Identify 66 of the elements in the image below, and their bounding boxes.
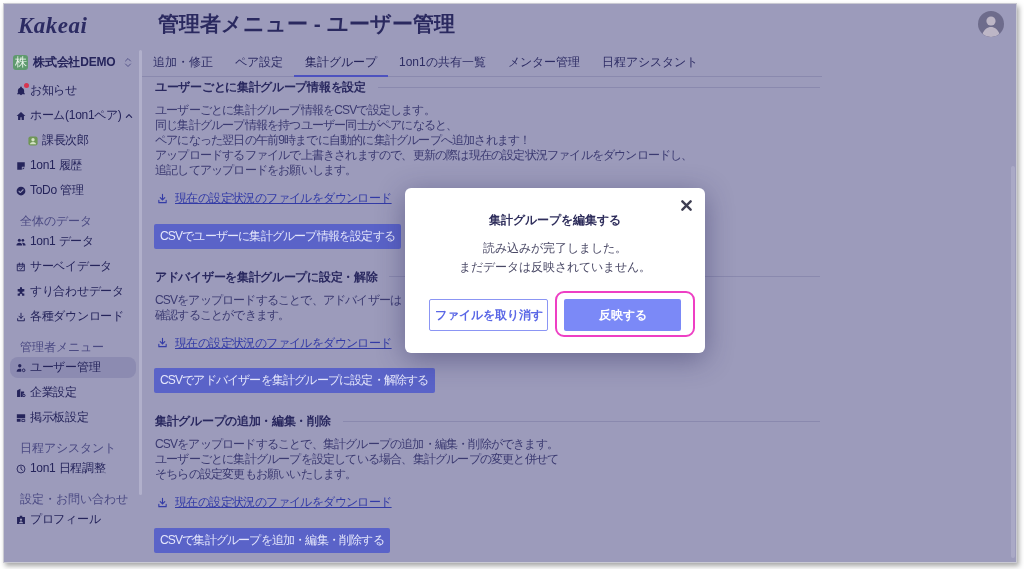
nav-item[interactable]: 1on1 日程調整 — [10, 458, 136, 479]
upload-csv-button[interactable]: CSVでアドバイザーを集計グループに設定・解除する — [154, 368, 435, 393]
download-icon — [157, 337, 168, 348]
download-link[interactable]: 現在の設定状況のファイルをダウンロード — [155, 334, 392, 351]
download-icon — [157, 496, 168, 508]
note-icon — [16, 160, 26, 171]
tab[interactable]: 日程アシスタント — [590, 44, 709, 77]
nav-item[interactable]: 掲示板設定 — [10, 407, 136, 428]
nav-item[interactable]: ホーム(1on1ペア) — [10, 105, 136, 126]
tab[interactable]: 1on1の共有一覧 — [388, 44, 497, 77]
avatar-icon[interactable] — [978, 11, 1004, 37]
nav-item[interactable]: お知らせ — [10, 80, 136, 101]
company-badge: 株 — [13, 54, 28, 70]
app-logo: Kakeai — [18, 14, 88, 38]
board-icon — [16, 412, 26, 423]
puzzle-icon — [16, 286, 26, 297]
section-heading: ユーザーごとに集計グループ情報を設定 — [155, 79, 366, 95]
download-icon — [16, 311, 26, 322]
upload-csv-button[interactable]: CSVで集計グループを追加・編集・削除する — [154, 527, 390, 553]
tab[interactable]: ペア設定 — [224, 44, 294, 77]
cancel-button[interactable]: ファイルを取り消す — [429, 299, 548, 331]
section-description: ユーザーごとに集計グループ情報をCSVで設定します。 同じ集計グループ情報を持つユーザー同士がペアになると、 ペアになった翌日の午前9時までに自動的に集計グループへ追加されます！ アップロードするファイルで上書きされますので、更新の際は現在の設定状況ファイルをダウンロードし、 追記してアップロードをお願いします。 — [155, 103, 693, 178]
nav-item[interactable]: 課長次郎 — [10, 130, 136, 151]
nav-item[interactable]: ToDo 管理 — [10, 180, 136, 201]
nav-section-title: 日程アシスタント — [20, 441, 116, 455]
nav-item[interactable]: 1on1 履歴 — [10, 155, 136, 176]
calendar-check-icon — [16, 261, 26, 272]
tab[interactable]: メンター管理 — [496, 44, 591, 77]
company-switcher[interactable]: 株 株式会社DEMO — [13, 52, 132, 72]
nav-item[interactable]: 企業設定 — [10, 382, 136, 403]
download-icon — [157, 192, 168, 204]
person-badge-icon — [28, 135, 38, 146]
section-heading: 集計グループの追加・編集・削除 — [155, 413, 331, 429]
nav-item[interactable]: プロフィール — [10, 509, 136, 530]
section-heading: アドバイザーを集計グループに設定・解除 — [155, 268, 378, 285]
section-description: CSVをアップロードすることで、アドバイザーは 確認することができます。 — [155, 292, 402, 323]
building-gear-icon — [16, 387, 26, 398]
upload-csv-button[interactable]: CSVでユーザーに集計グループ情報を設定する — [154, 223, 402, 249]
nav-section-title: 設定・お問い合わせ — [20, 492, 128, 506]
page-title: 管理者メニュー - ユーザー管理 — [158, 11, 455, 37]
section-description: CSVをアップロードすることで、集計グループの追加・編集・削除ができます。 ユーザーごとに集計グループを設定している場合、集計グループの変更と併せて そちらの設定変更もお願いいたします。 — [155, 437, 559, 482]
download-link[interactable]: 現在の設定状況のファイルをダウンロード — [155, 494, 392, 510]
dialog-message: 読み込みが完了しました。 まだデータは反映されていません。 — [459, 240, 651, 276]
apply-button[interactable]: 反映する — [564, 299, 681, 331]
nav-item[interactable]: サーベイデータ — [10, 256, 136, 277]
nav-item[interactable]: ユーザー管理 — [10, 357, 136, 378]
updown-chevron-icon — [124, 56, 132, 68]
house-icon — [16, 110, 26, 121]
nav-item[interactable]: すり合わせデータ — [10, 281, 136, 302]
check-circle-icon — [16, 185, 26, 196]
user-gear-icon — [16, 362, 26, 373]
nav-section-title: 管理者メニュー — [20, 340, 104, 354]
bell-icon — [16, 85, 26, 96]
clock-icon — [16, 463, 26, 474]
people-icon — [16, 236, 26, 247]
nav-item[interactable]: 1on1 データ — [10, 231, 136, 252]
download-link[interactable]: 現在の設定状況のファイルをダウンロード — [155, 190, 392, 206]
chevron-up-icon[interactable] — [125, 111, 134, 120]
close-icon[interactable] — [681, 200, 692, 211]
dialog-title: 集計グループを編集する — [489, 212, 621, 229]
tab[interactable]: 追加・修正 — [142, 44, 224, 77]
tab[interactable]: 集計グループ — [294, 44, 388, 77]
nav-item[interactable]: 各種ダウンロード — [10, 306, 136, 327]
nav-section-title: 全体のデータ — [20, 214, 92, 228]
id-badge-icon — [16, 514, 26, 525]
scrollbar-thumb[interactable] — [1011, 166, 1015, 558]
